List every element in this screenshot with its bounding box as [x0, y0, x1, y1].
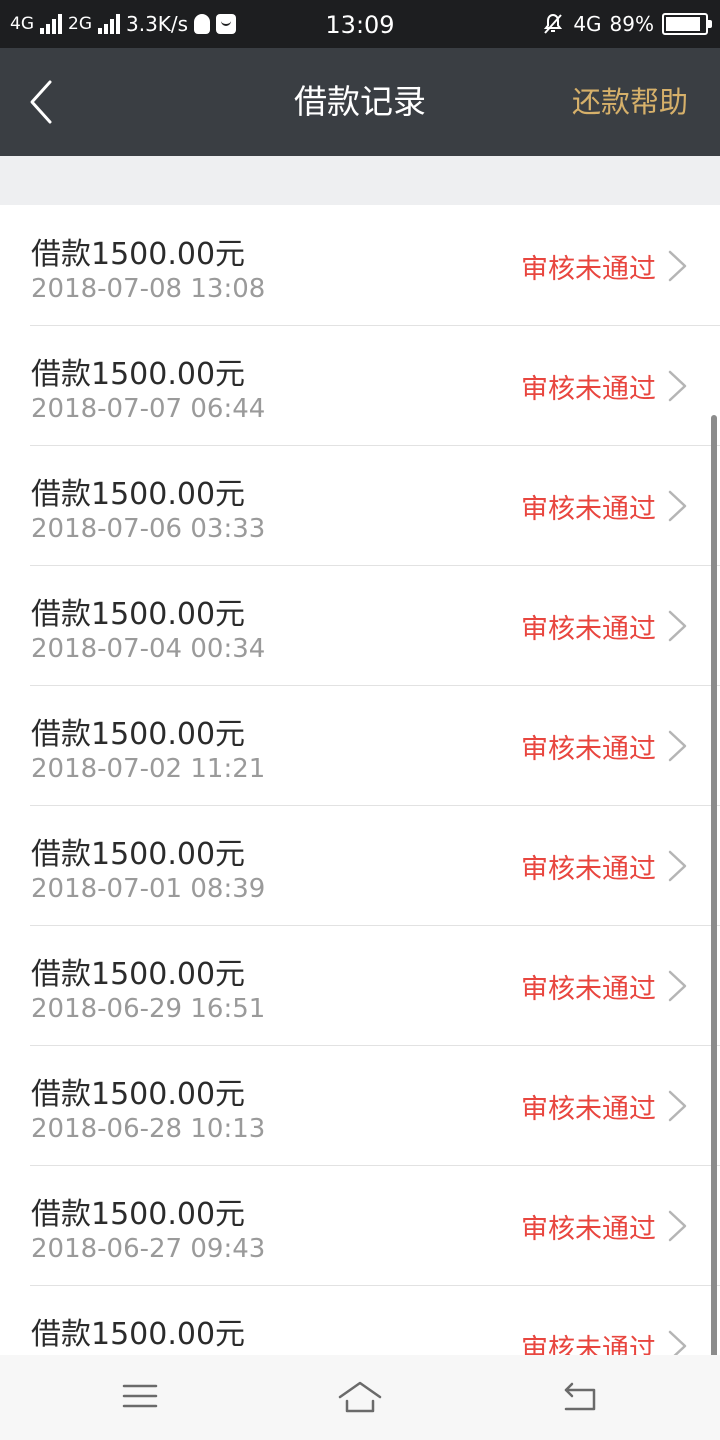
- loan-date: 2018-07-01 08:39: [31, 874, 266, 904]
- status-badge: 审核未通过: [521, 734, 656, 765]
- system-nav-bar: [0, 1355, 720, 1440]
- list-item[interactable]: 借款1500.00元 2018-07-01 08:39 审核未通过: [0, 805, 720, 925]
- repayment-help-link[interactable]: 还款帮助: [572, 48, 688, 156]
- back-nav-button[interactable]: [552, 1371, 608, 1421]
- loan-amount: 借款1500.00元: [31, 1317, 246, 1352]
- list-item[interactable]: 借款1500.00元 2018-07-02 11:21 审核未通过: [0, 685, 720, 805]
- chevron-right-icon: [668, 610, 687, 642]
- status-badge: 审核未通过: [521, 854, 656, 885]
- loan-date: 2018-07-04 00:34: [31, 634, 266, 664]
- chevron-right-icon: [668, 730, 687, 762]
- chevron-right-icon: [668, 1090, 687, 1122]
- loan-amount: 借款1500.00元: [31, 597, 246, 632]
- loan-date: 2018-07-07 06:44: [31, 394, 266, 424]
- list-item[interactable]: 借款1500.00元 2018-07-07 06:44 审核未通过: [0, 325, 720, 445]
- status-badge: 审核未通过: [521, 254, 656, 285]
- back-icon: [564, 1382, 596, 1411]
- app-header: 借款记录 还款帮助: [0, 48, 720, 156]
- chevron-right-icon: [668, 1210, 687, 1242]
- home-icon: [338, 1381, 382, 1413]
- status-badge: 审核未通过: [521, 1214, 656, 1245]
- loan-date: 2018-07-02 11:21: [31, 754, 266, 784]
- list-item[interactable]: 借款1500.00元 2018-07-04 00:34 审核未通过: [0, 565, 720, 685]
- status-badge: 审核未通过: [521, 614, 656, 645]
- loan-date: 2018-07-08 13:08: [31, 274, 266, 304]
- battery-percent: 89%: [609, 12, 654, 36]
- list-item[interactable]: 借款1500.00元 2018-06-29 16:51 审核未通过: [0, 925, 720, 1045]
- loan-amount: 借款1500.00元: [31, 1197, 246, 1232]
- loan-amount: 借款1500.00元: [31, 477, 246, 512]
- home-button[interactable]: [332, 1371, 388, 1421]
- list-item[interactable]: 借款1500.00元 2018-06-27 09:43 审核未通过: [0, 1165, 720, 1285]
- loan-amount: 借款1500.00元: [31, 1077, 246, 1112]
- mute-icon: [544, 13, 563, 34]
- list-item[interactable]: 借款1500.00元 2018-06-28 10:13 审核未通过: [0, 1045, 720, 1165]
- status-badge: 审核未通过: [521, 494, 656, 525]
- network-type-3: 4G: [573, 12, 602, 36]
- chevron-right-icon: [668, 250, 687, 282]
- loan-amount: 借款1500.00元: [31, 957, 246, 992]
- list-item[interactable]: 借款1500.00元 审核未通过: [0, 1285, 720, 1355]
- scrollbar[interactable]: [711, 415, 717, 1355]
- chevron-right-icon: [668, 1330, 687, 1355]
- chevron-right-icon: [668, 370, 687, 402]
- status-badge: 审核未通过: [521, 974, 656, 1005]
- loan-record-list: 借款1500.00元 2018-07-08 13:08 审核未通过 借款1500…: [0, 205, 720, 1355]
- list-item[interactable]: 借款1500.00元 2018-07-08 13:08 审核未通过: [0, 205, 720, 325]
- status-bar-right: 4G 89%: [541, 0, 712, 48]
- loan-amount: 借款1500.00元: [31, 237, 246, 272]
- chevron-right-icon: [668, 850, 687, 882]
- loan-date: 2018-07-06 03:33: [31, 514, 266, 544]
- loan-date: 2018-06-29 16:51: [31, 994, 266, 1024]
- loan-date: 2018-06-27 09:43: [31, 1234, 266, 1264]
- status-bar: 4G 2G 3.3K/s 13:09 4G 89%: [0, 0, 720, 48]
- status-badge: 审核未通过: [521, 1334, 656, 1355]
- loan-date: 2018-06-28 10:13: [31, 1114, 266, 1144]
- menu-icon: [122, 1384, 158, 1408]
- loan-amount: 借款1500.00元: [31, 717, 246, 752]
- status-badge: 审核未通过: [521, 1094, 656, 1125]
- chevron-right-icon: [668, 490, 687, 522]
- chevron-right-icon: [668, 970, 687, 1002]
- loan-amount: 借款1500.00元: [31, 357, 246, 392]
- loan-amount: 借款1500.00元: [31, 837, 246, 872]
- menu-button[interactable]: [112, 1371, 168, 1421]
- status-badge: 审核未通过: [521, 374, 656, 405]
- battery-icon: [662, 13, 712, 35]
- list-item[interactable]: 借款1500.00元 2018-07-06 03:33 审核未通过: [0, 445, 720, 565]
